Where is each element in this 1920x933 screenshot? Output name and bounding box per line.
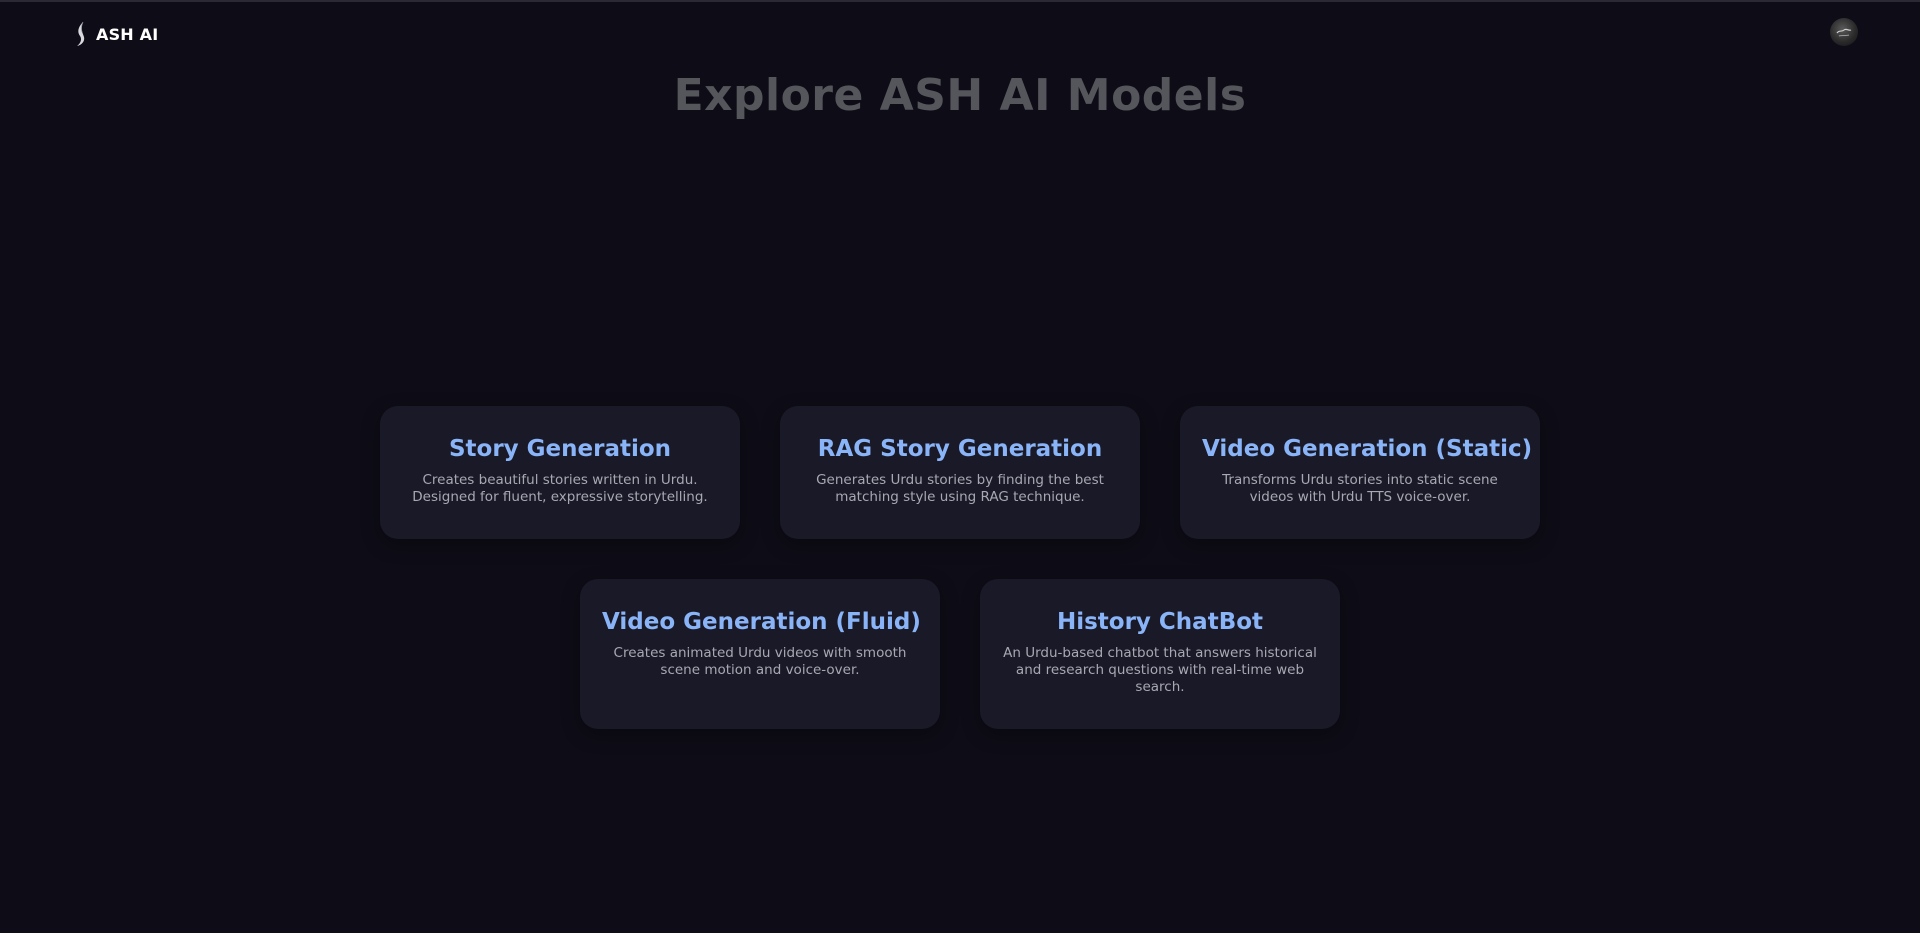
page-title: Explore ASH AI Models [673,70,1247,121]
card-description: Transforms Urdu stories into static scen… [1222,472,1498,505]
model-card-story-generation[interactable]: Story Generation Creates beautiful stori… [380,406,740,539]
card-title: History ChatBot [1056,609,1264,635]
brand-home-link[interactable]: ASH AI [72,20,158,48]
model-card-video-generation-static[interactable]: Video Generation (Static) Transforms Urd… [1180,406,1540,539]
user-avatar-button[interactable] [1830,18,1858,46]
card-title: Video Generation (Fluid) [602,609,921,635]
card-description: Creates beautiful stories written in Urd… [412,472,708,505]
model-card-history-chatbot[interactable]: History ChatBot An Urdu-based chatbot th… [980,579,1340,729]
card-description: Generates Urdu stories by finding the be… [816,472,1104,505]
user-avatar-icon [1836,28,1852,37]
model-card-rag-story-generation[interactable]: RAG Story Generation Generates Urdu stor… [780,406,1140,539]
top-navbar: ASH AI [0,2,1920,66]
sparkle-logo-icon [72,20,90,48]
card-description: An Urdu-based chatbot that answers histo… [1003,645,1317,695]
card-title: Story Generation [448,436,672,462]
card-title: RAG Story Generation [817,436,1103,462]
card-description: Creates animated Urdu videos with smooth… [613,645,907,678]
brand-name: ASH AI [96,24,159,44]
model-card-video-generation-fluid[interactable]: Video Generation (Fluid) Creates animate… [580,579,940,729]
card-title: Video Generation (Static) [1202,436,1533,462]
